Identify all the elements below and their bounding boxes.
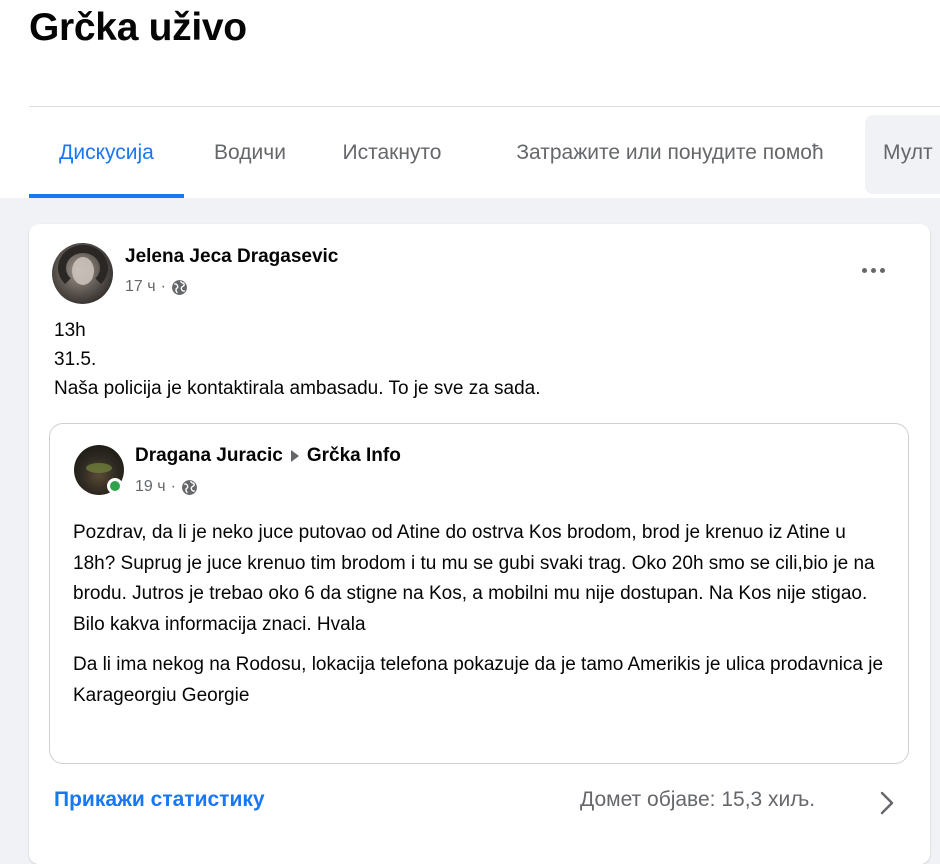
chevron-right-icon[interactable]	[877, 789, 897, 817]
tab-label: Затражите или понудите помоћ	[516, 140, 824, 164]
shared-post-paragraph: Da li ima nekog na Rodosu, lokacija tele…	[73, 654, 884, 706]
post-time[interactable]: 17 ч	[125, 278, 156, 296]
shared-group-name[interactable]: Grčka Info	[307, 445, 401, 467]
avatar[interactable]	[52, 243, 113, 304]
post-reach: Домет објаве: 15,3 хиљ.	[580, 788, 816, 811]
tab-ask-or-offer-help[interactable]: Затражите или понудите помоћ	[486, 107, 854, 198]
post-author-name[interactable]: Jelena Jeca Dragasevic	[125, 246, 338, 268]
shared-post-paragraph: Pozdrav, da li je neko juce putovao od A…	[73, 522, 875, 635]
tab-active-underline	[29, 194, 184, 198]
online-status-indicator	[107, 478, 123, 494]
tab-label: Дискусија	[59, 140, 154, 164]
tab-label: Истакнуто	[342, 140, 442, 164]
tab-guides[interactable]: Водичи	[197, 107, 303, 198]
post-text-line: Naša policija je kontaktirala ambasadu. …	[54, 378, 541, 399]
tab-label: Мулт	[883, 140, 933, 164]
more-dots-icon	[879, 267, 885, 273]
group-header: Grčka uživo Дискусија Водичи Истакнуто З…	[0, 0, 940, 198]
post-text-line: 31.5.	[54, 349, 97, 370]
show-stats-link[interactable]: Прикажи статистику	[54, 788, 265, 812]
tab-discussion[interactable]: Дискусија	[29, 107, 184, 198]
group-title[interactable]: Grčka uživo	[29, 6, 247, 50]
meta-separator: ·	[170, 478, 176, 495]
tab-label: Водичи	[214, 140, 286, 164]
shared-author-name[interactable]: Dragana Juracic	[135, 445, 283, 467]
avatar-detail	[86, 463, 112, 473]
shared-post-header: Dragana Juracic Grčka Info	[135, 445, 401, 467]
meta-separator: ·	[160, 278, 166, 295]
tab-featured[interactable]: Истакнуто	[324, 107, 460, 198]
shared-post-meta: 19 ч ·	[135, 476, 198, 498]
more-dots-icon	[870, 267, 876, 273]
post-meta: 17 ч ·	[125, 276, 188, 298]
shared-post[interactable]: Dragana Juracic Grčka Info 19 ч · Pozdra…	[49, 423, 909, 764]
shared-post-time[interactable]: 19 ч	[135, 478, 166, 496]
shared-post-body: Pozdrav, da li je neko juce putovao od A…	[73, 518, 893, 721]
tab-more[interactable]: Мулт	[883, 107, 940, 198]
group-tabs: Дискусија Водичи Истакнуто Затражите или…	[29, 107, 940, 198]
globe-icon	[181, 479, 197, 495]
post-text: 13h 31.5. Naša policija je kontaktirala …	[54, 316, 904, 403]
globe-icon	[171, 279, 187, 295]
post-card: Jelena Jeca Dragasevic 17 ч · 13h 31.5. …	[29, 224, 930, 864]
caret-right-icon	[290, 450, 299, 462]
post-text-line: 13h	[54, 320, 86, 341]
post-options-button[interactable]	[851, 252, 895, 288]
avatar-hair	[58, 245, 108, 291]
more-dots-icon	[861, 267, 867, 273]
